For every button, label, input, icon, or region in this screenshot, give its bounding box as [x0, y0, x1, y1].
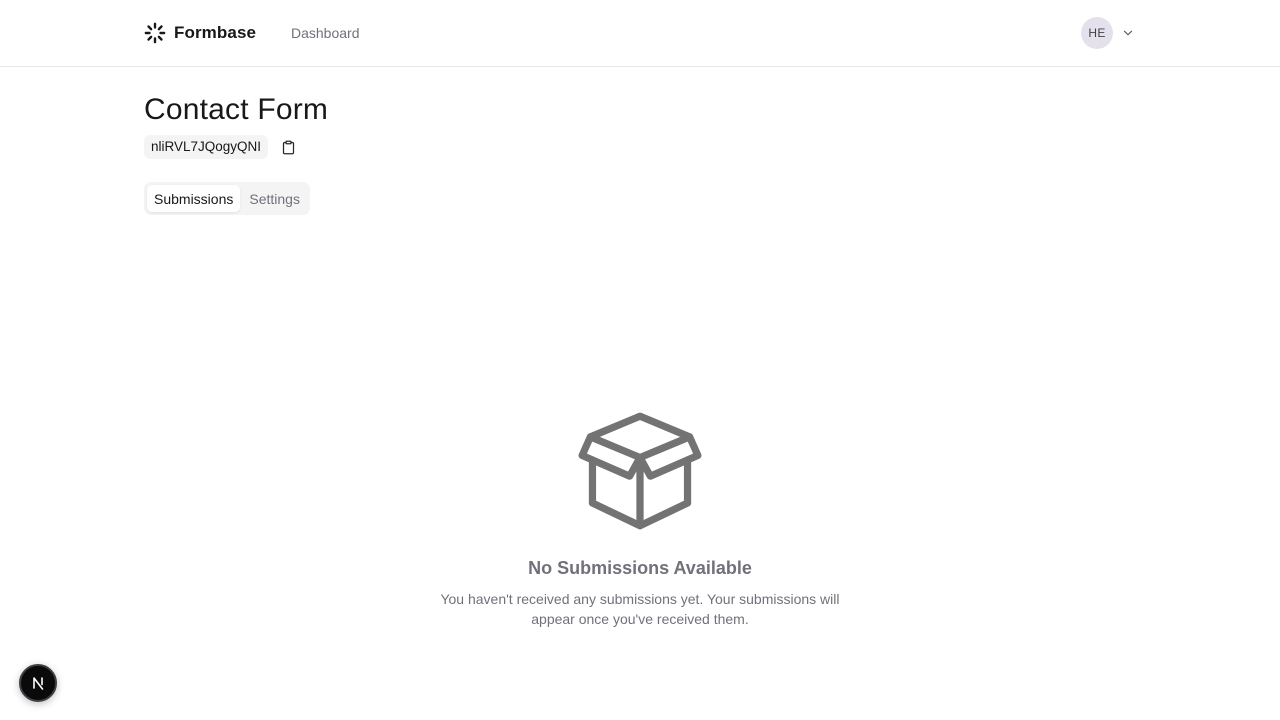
empty-state-title: No Submissions Available: [528, 558, 752, 578]
form-id-badge: nliRVL7JQogyQNI: [144, 135, 269, 159]
nav-link-dashboard[interactable]: Dashboard: [291, 24, 360, 42]
loader-icon: [144, 22, 166, 44]
empty-state: No Submissions Available You haven't rec…: [390, 410, 890, 629]
tab-settings[interactable]: Settings: [242, 185, 307, 212]
top-navigation-bar: Formbase Dashboard HE: [0, 0, 1280, 67]
clipboard-icon: [282, 140, 294, 154]
copy-form-id-button[interactable]: [278, 137, 298, 157]
form-tabs: Submissions Settings: [144, 182, 310, 215]
avatar: HE: [1081, 17, 1113, 49]
nextjs-dev-badge-button[interactable]: [19, 664, 57, 702]
avatar-initials: HE: [1088, 26, 1106, 40]
page-title: Contact Form: [144, 93, 329, 126]
brand-logo-link[interactable]: Formbase: [144, 21, 256, 45]
form-id-row: nliRVL7JQogyQNI: [144, 135, 298, 159]
nextjs-icon: [33, 677, 44, 690]
box-icon: [578, 412, 702, 530]
tab-submissions[interactable]: Submissions: [147, 185, 241, 212]
chevron-down-icon: [1123, 30, 1133, 36]
brand-name: Formbase: [174, 23, 257, 42]
empty-state-description: You haven't received any submissions yet…: [440, 591, 840, 627]
user-menu-button[interactable]: HE: [1081, 17, 1135, 49]
